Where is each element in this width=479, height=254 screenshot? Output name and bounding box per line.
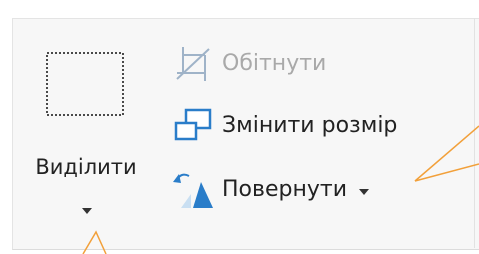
select-label: Виділити [35,155,137,179]
caret-down-icon[interactable] [82,208,92,214]
resize-label: Змінити розмір [222,113,398,138]
resize-button[interactable]: Змінити розмір [170,104,397,148]
rotate-button[interactable]: Повернути [170,168,369,212]
crop-icon [170,44,216,84]
dashed-rectangle-selection-icon [46,52,124,116]
select-button[interactable]: Виділити [22,28,150,224]
rotate-label: Повернути [222,177,347,202]
crop-label: Обітнути [222,51,327,76]
rotate-icon [170,170,216,210]
caret-down-icon[interactable] [359,189,369,195]
group-divider [474,18,475,248]
crop-button[interactable]: Обітнути [170,42,326,86]
resize-icon [170,106,216,146]
